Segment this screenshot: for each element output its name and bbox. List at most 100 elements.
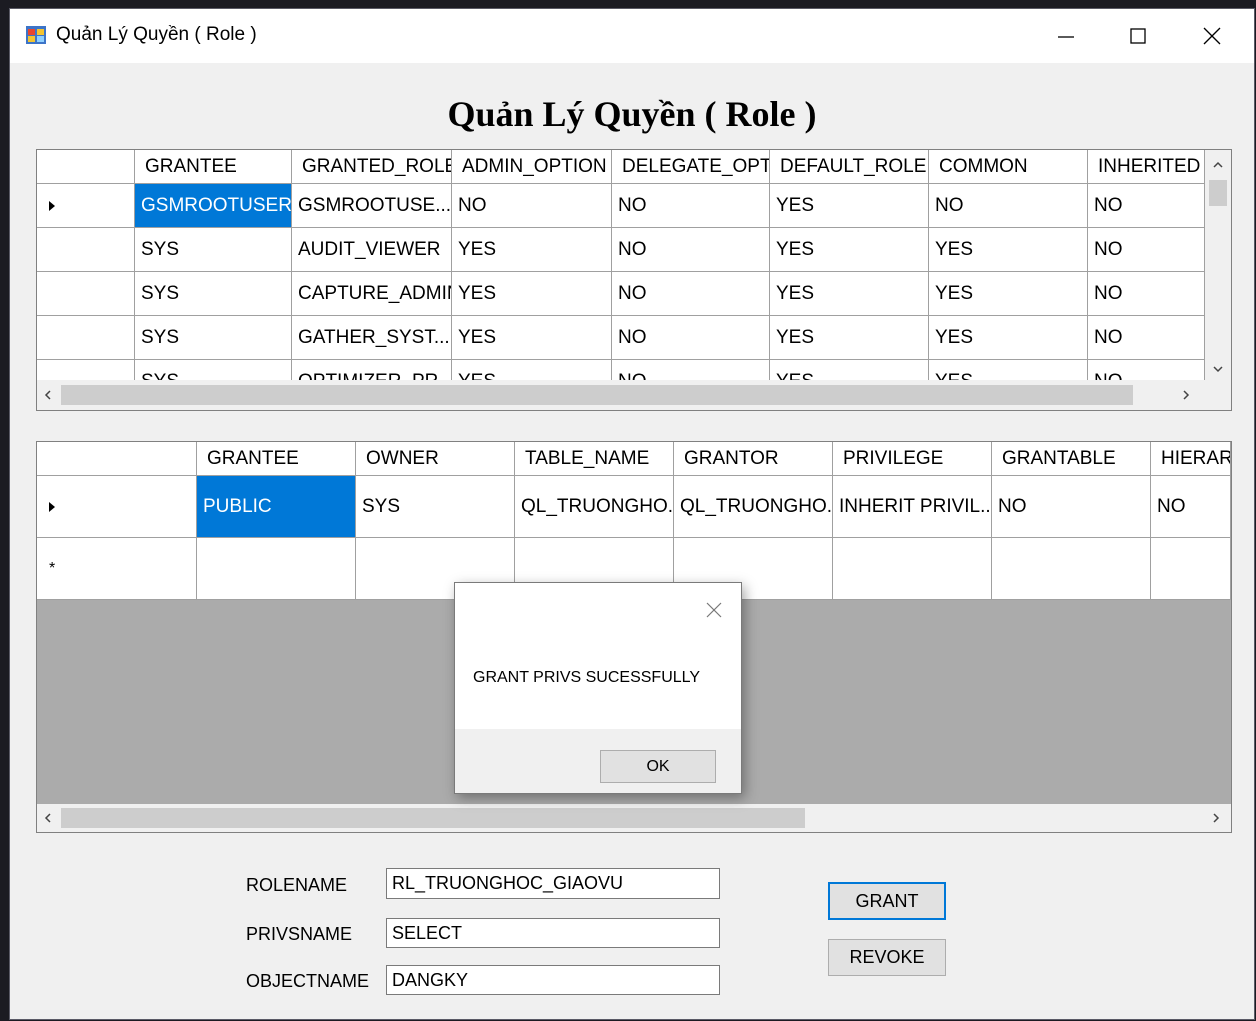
scroll-right-arrow[interactable] [1207,809,1225,827]
maximize-button[interactable] [1102,9,1174,63]
dialog-message: GRANT PRIVS SUCESSFULLY [473,669,701,686]
chevron-left-icon [44,813,51,823]
column-header[interactable]: GRANTABLE [992,442,1151,476]
column-header[interactable]: GRANTED_ROLE [292,150,452,184]
row-header[interactable] [37,476,197,538]
table-cell[interactable]: NO [1088,272,1205,316]
revoke-button[interactable]: REVOKE [828,939,946,976]
column-header[interactable]: GRANTOR [674,442,833,476]
privsname-input[interactable]: SELECT [386,918,720,948]
roles-vscroll-thumb[interactable] [1209,180,1227,206]
table-cell[interactable]: NO [452,184,612,228]
close-icon [706,602,722,618]
roles-vertical-scrollbar[interactable] [1205,150,1231,380]
roles-horizontal-scrollbar[interactable] [37,380,1231,410]
table-cell[interactable]: NO [612,184,770,228]
maximize-icon [1130,28,1146,44]
table-cell[interactable]: NO [992,476,1151,538]
minimize-button[interactable] [1030,9,1102,63]
privileges-hscroll-thumb[interactable] [61,808,805,828]
table-cell[interactable]: PUBLIC [197,476,356,538]
column-header[interactable]: GRANTEE [135,150,292,184]
chevron-up-icon [1213,161,1223,168]
new-row-marker[interactable]: * [37,538,197,600]
table-cell[interactable]: QL_TRUONGHO... [674,476,833,538]
table-cell[interactable]: NO [1088,184,1205,228]
grid-corner-header[interactable] [37,150,135,184]
new-row-cell[interactable] [992,538,1151,600]
minimize-icon [1058,36,1074,38]
table-cell[interactable]: YES [929,228,1088,272]
table-cell[interactable]: QL_TRUONGHO... [515,476,674,538]
table-cell[interactable]: INHERIT PRIVIL... [833,476,992,538]
table-cell[interactable]: AUDIT_VIEWER [292,228,452,272]
chevron-right-icon [1183,390,1190,400]
new-row-cell[interactable] [833,538,992,600]
scroll-down-arrow[interactable] [1209,360,1227,378]
chevron-right-icon [1213,813,1220,823]
table-cell[interactable]: NO [612,228,770,272]
table-cell[interactable]: YES [770,184,929,228]
new-row-cell[interactable] [1151,538,1231,600]
column-header[interactable]: ADMIN_OPTION [452,150,612,184]
table-cell[interactable]: YES [452,272,612,316]
roles-hscroll-thumb[interactable] [61,385,1133,405]
table-cell[interactable]: NO [612,272,770,316]
new-row-cell[interactable] [197,538,356,600]
column-header[interactable]: COMMON [929,150,1088,184]
chevron-left-icon [44,390,51,400]
title-bar[interactable]: Quản Lý Quyền ( Role ) [10,9,1254,63]
table-cell[interactable]: YES [452,228,612,272]
privsname-label: PRIVSNAME [246,924,353,944]
table-cell[interactable]: YES [929,272,1088,316]
scroll-left-arrow[interactable] [39,386,57,404]
table-cell[interactable]: YES [770,316,929,360]
table-cell[interactable]: GATHER_SYST... [292,316,452,360]
table-cell[interactable]: GSMROOTUSER [135,184,292,228]
close-icon [1203,27,1221,45]
column-header[interactable]: OWNER [356,442,515,476]
column-header[interactable]: PRIVILEGE [833,442,992,476]
table-cell[interactable]: NO [1088,316,1205,360]
scroll-up-arrow[interactable] [1209,156,1227,174]
table-cell[interactable]: YES [929,316,1088,360]
row-pointer-icon [49,200,55,211]
table-cell[interactable]: YES [770,228,929,272]
column-header[interactable]: TABLE_NAME [515,442,674,476]
table-cell[interactable]: SYS [356,476,515,538]
row-header[interactable] [37,272,135,316]
main-window: Quản Lý Quyền ( Role ) Quản Lý Quyền ( R… [10,9,1254,1019]
table-cell[interactable]: GSMROOTUSE... [292,184,452,228]
table-cell[interactable]: YES [452,316,612,360]
column-header[interactable]: INHERITED [1088,150,1205,184]
row-header[interactable] [37,228,135,272]
objectname-input[interactable]: DANGKY [386,965,720,995]
table-cell[interactable]: NO [1088,228,1205,272]
table-cell[interactable]: NO [612,316,770,360]
close-button[interactable] [1176,9,1248,63]
table-cell[interactable]: CAPTURE_ADMIN [292,272,452,316]
grid-corner-header[interactable] [37,442,197,476]
grant-button[interactable]: GRANT [828,882,946,920]
chevron-down-icon [1213,366,1223,373]
table-cell[interactable]: SYS [135,316,292,360]
page-title: Quản Lý Quyền ( Role ) [447,94,817,134]
rolename-input[interactable]: RL_TRUONGHOC_GIAOVU [386,868,720,899]
table-cell[interactable]: NO [929,184,1088,228]
column-header[interactable]: DELEGATE_OPTIC [612,150,770,184]
column-header[interactable]: HIERARCHY [1151,442,1231,476]
privileges-horizontal-scrollbar[interactable] [37,804,1231,832]
column-header[interactable]: DEFAULT_ROLE [770,150,929,184]
table-cell[interactable]: YES [770,272,929,316]
table-cell[interactable]: SYS [135,272,292,316]
ok-button[interactable]: OK [600,750,716,783]
row-header[interactable] [37,184,135,228]
scroll-right-arrow[interactable] [1177,386,1195,404]
scroll-left-arrow[interactable] [39,809,57,827]
table-cell[interactable]: NO [1151,476,1231,538]
table-cell[interactable]: SYS [135,228,292,272]
roles-grid[interactable]: GRANTEE GRANTED_ROLE ADMIN_OPTION DELEGATE_… [36,149,1232,411]
dialog-close-button[interactable] [703,599,725,621]
row-header[interactable] [37,316,135,360]
column-header[interactable]: GRANTEE [197,442,356,476]
